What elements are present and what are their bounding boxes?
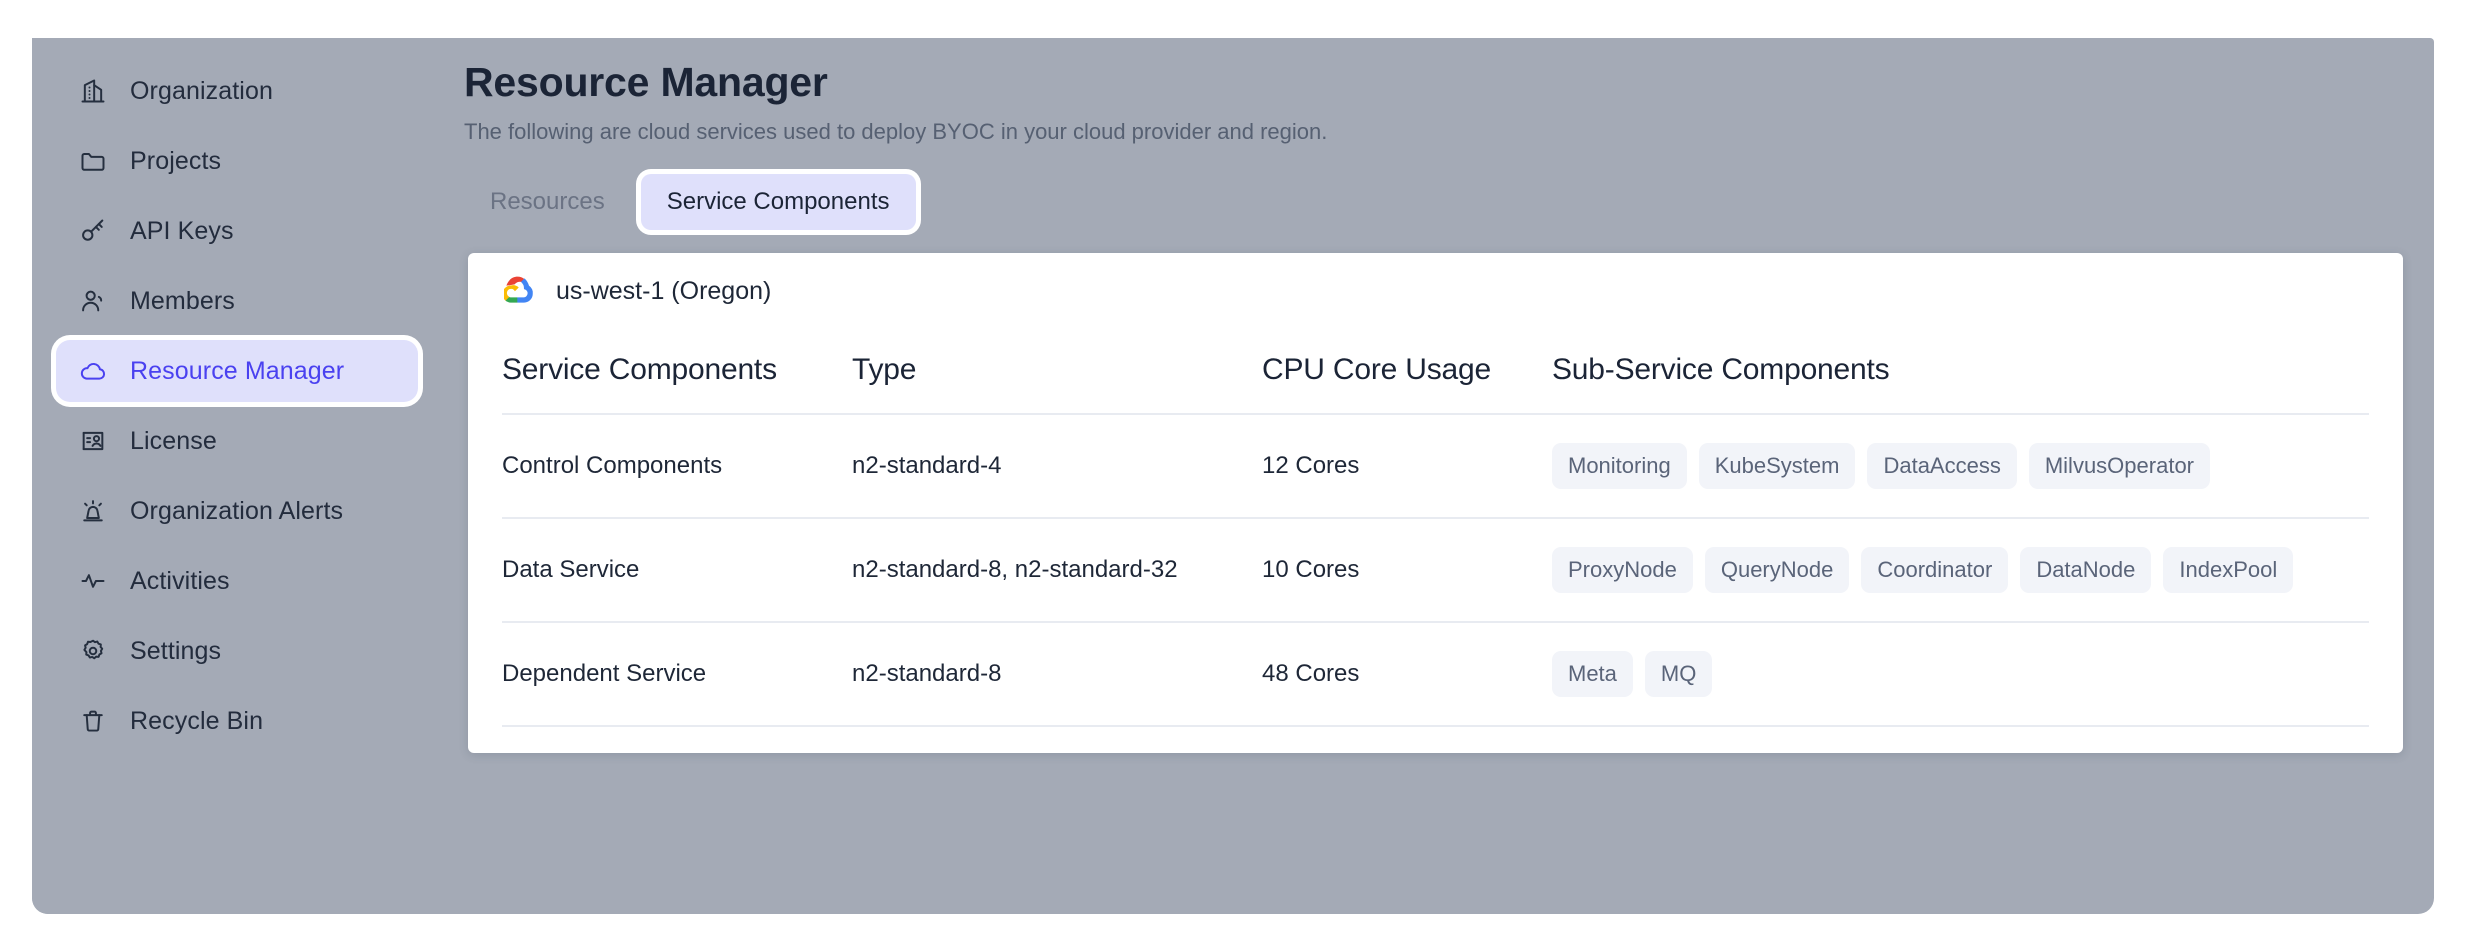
region-card: us-west-1 (Oregon) Service Components Ty… — [468, 252, 2403, 753]
tab-resources[interactable]: Resources — [464, 174, 631, 230]
table-row: Control Components n2-standard-4 12 Core… — [502, 413, 2369, 519]
cell-type: n2-standard-4 — [852, 413, 1262, 519]
sub-service-tag: Meta — [1552, 650, 1633, 697]
sidebar-item-recycle-bin[interactable]: Recycle Bin — [56, 690, 418, 752]
building-icon — [78, 76, 108, 106]
key-icon — [78, 216, 108, 246]
sidebar-item-organization-alerts[interactable]: Organization Alerts — [56, 480, 418, 542]
tag-list: Monitoring KubeSystem DataAccess MilvusO… — [1552, 442, 2369, 489]
column-header-cpu-core-usage: CPU Core Usage — [1262, 330, 1552, 415]
sidebar-item-label: Recycle Bin — [130, 706, 264, 735]
cell-service-name: Dependent Service — [502, 621, 852, 727]
cell-sub-services: Meta MQ — [1552, 621, 2369, 727]
sidebar-item-label: License — [130, 426, 217, 455]
sub-service-tag: Coordinator — [1861, 546, 2009, 593]
cell-service-name: Data Service — [502, 517, 852, 623]
alert-beacon-icon — [78, 496, 108, 526]
sub-service-tag: IndexPool — [2163, 546, 2294, 593]
table-header-row: Service Components Type CPU Core Usage S… — [502, 330, 2369, 415]
sidebar-item-resource-manager[interactable]: Resource Manager — [56, 340, 418, 402]
service-components-table: Service Components Type CPU Core Usage S… — [502, 330, 2369, 727]
sub-service-tag: ProxyNode — [1552, 546, 1693, 593]
sidebar-item-members[interactable]: Members — [56, 270, 418, 332]
cell-cpu: 10 Cores — [1262, 517, 1552, 623]
sub-service-tag: MilvusOperator — [2028, 442, 2210, 489]
region-header: us-west-1 (Oregon) — [468, 253, 2403, 331]
sidebar-item-label: API Keys — [130, 216, 234, 245]
sidebar-item-label: Organization Alerts — [130, 496, 344, 525]
sub-service-tag: Monitoring — [1552, 442, 1687, 489]
sidebar-item-settings[interactable]: Settings — [56, 620, 418, 682]
trash-icon — [78, 706, 108, 736]
sidebar-item-label: Members — [130, 286, 235, 315]
cell-sub-services: Monitoring KubeSystem DataAccess MilvusO… — [1552, 413, 2369, 519]
sidebar-item-label: Resource Manager — [130, 356, 345, 385]
table-head: Service Components Type CPU Core Usage S… — [502, 330, 2369, 415]
sidebar: Organization Projects API Keys Members R… — [32, 38, 436, 914]
gear-icon — [78, 636, 108, 666]
cell-cpu: 48 Cores — [1262, 621, 1552, 727]
sidebar-item-activities[interactable]: Activities — [56, 550, 418, 612]
column-header-service-components: Service Components — [502, 330, 852, 415]
cell-type: n2-standard-8, n2-standard-32 — [852, 517, 1262, 623]
sub-service-tag: QueryNode — [1704, 546, 1850, 593]
cell-cpu: 12 Cores — [1262, 413, 1552, 519]
google-cloud-icon — [504, 275, 538, 309]
column-header-sub-service-components: Sub-Service Components — [1552, 330, 2369, 415]
sidebar-item-label: Settings — [130, 636, 222, 665]
page-title: Resource Manager — [464, 59, 828, 105]
activity-pulse-icon — [78, 566, 108, 596]
sidebar-item-license[interactable]: License — [56, 410, 418, 472]
cell-sub-services: ProxyNode QueryNode Coordinator DataNode… — [1552, 517, 2369, 623]
tag-list: Meta MQ — [1552, 650, 2369, 697]
sidebar-item-api-keys[interactable]: API Keys — [56, 200, 418, 262]
sidebar-item-projects[interactable]: Projects — [56, 130, 418, 192]
tab-service-components[interactable]: Service Components — [640, 173, 916, 230]
tab-bar: Resources Service Components — [464, 173, 2434, 231]
table-row: Data Service n2-standard-8, n2-standard-… — [502, 517, 2369, 623]
sub-service-tag: KubeSystem — [1698, 442, 1856, 489]
sub-service-tag: DataAccess — [1867, 442, 2017, 489]
table-row: Dependent Service n2-standard-8 48 Cores… — [502, 621, 2369, 727]
sidebar-item-label: Organization — [130, 76, 273, 105]
cloud-icon — [78, 356, 108, 386]
sub-service-tag: MQ — [1644, 650, 1713, 697]
page-subtitle: The following are cloud services used to… — [464, 118, 1328, 144]
sidebar-item-label: Projects — [130, 146, 222, 175]
region-label: us-west-1 (Oregon) — [556, 277, 772, 305]
table-body: Control Components n2-standard-4 12 Core… — [502, 413, 2369, 727]
column-header-type: Type — [852, 330, 1262, 415]
main-content: Resource Manager The following are cloud… — [436, 38, 2434, 914]
cell-type: n2-standard-8 — [852, 621, 1262, 727]
sidebar-item-label: Activities — [130, 566, 230, 595]
folder-icon — [78, 146, 108, 176]
license-card-icon — [78, 426, 108, 456]
sub-service-tag: DataNode — [2020, 546, 2152, 593]
cell-service-name: Control Components — [502, 413, 852, 519]
app-window: Organization Projects API Keys Members R… — [32, 38, 2434, 914]
tag-list: ProxyNode QueryNode Coordinator DataNode… — [1552, 546, 2369, 593]
sidebar-item-organization[interactable]: Organization — [56, 60, 418, 122]
user-icon — [78, 286, 108, 316]
